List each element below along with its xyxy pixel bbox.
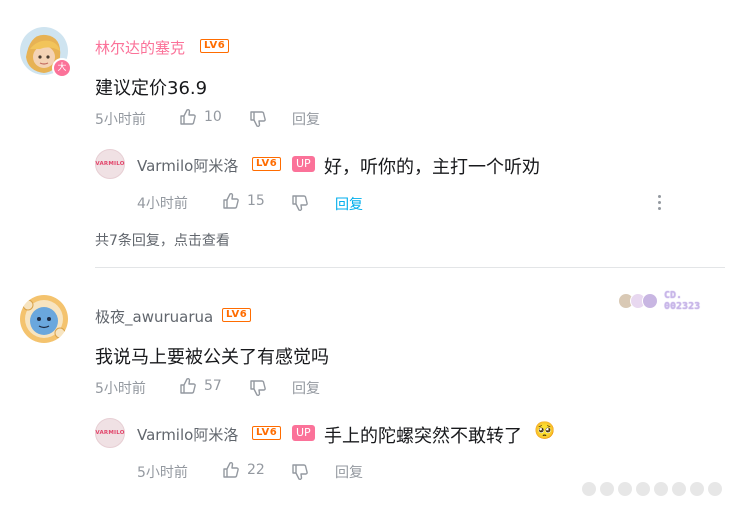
avatar[interactable] bbox=[20, 295, 68, 343]
view-more-replies[interactable]: 共7条回复，点击查看 bbox=[95, 230, 230, 250]
username[interactable]: Varmilo阿米洛 bbox=[137, 155, 238, 176]
reply-time: 5小时前 bbox=[137, 465, 188, 481]
like-icon[interactable] bbox=[221, 460, 241, 480]
username[interactable]: 林尔达的塞克 bbox=[95, 37, 185, 58]
fan-medal-text: CD. 002323 bbox=[664, 290, 701, 312]
watermark-blur bbox=[582, 482, 722, 496]
avatar[interactable]: VARMILO bbox=[95, 149, 125, 179]
user-badge-icon: 大 bbox=[52, 58, 72, 78]
avatar-brand-text: VARMILO bbox=[95, 161, 125, 167]
reply-time: 4小时前 bbox=[137, 196, 188, 212]
fan-medal-icon bbox=[618, 293, 658, 309]
comment-time: 5小时前 bbox=[95, 381, 146, 397]
like-count: 10 bbox=[204, 109, 222, 125]
avatar[interactable]: VARMILO bbox=[95, 418, 125, 448]
dislike-icon[interactable] bbox=[290, 462, 310, 482]
level-badge: LV6 bbox=[200, 39, 230, 53]
reply-button[interactable]: 回复 bbox=[335, 194, 363, 214]
like-count: 22 bbox=[247, 462, 265, 478]
reply-button[interactable]: 回复 bbox=[292, 109, 320, 129]
like-icon[interactable] bbox=[221, 191, 241, 211]
avatar-brand-text: VARMILO bbox=[95, 430, 125, 436]
dislike-icon[interactable] bbox=[290, 193, 310, 213]
level-badge: LV6 bbox=[252, 426, 282, 440]
reply-button[interactable]: 回复 bbox=[335, 462, 363, 482]
comment-text: 建议定价36.9 bbox=[95, 78, 208, 99]
dislike-icon[interactable] bbox=[248, 109, 268, 129]
fan-medal-badge: CD. 002323 bbox=[618, 290, 700, 312]
level-badge: LV6 bbox=[252, 157, 282, 171]
dislike-icon[interactable] bbox=[248, 378, 268, 398]
pleading-face-emoji-icon: 🥺 bbox=[534, 421, 556, 441]
more-options-icon[interactable] bbox=[657, 195, 661, 210]
comment-time: 5小时前 bbox=[95, 112, 146, 128]
avatar-image bbox=[20, 295, 68, 343]
up-tag: UP bbox=[292, 156, 315, 172]
username[interactable]: Varmilo阿米洛 bbox=[137, 424, 238, 445]
username[interactable]: 极夜_awuruarua bbox=[95, 306, 213, 327]
divider bbox=[95, 267, 725, 268]
like-count: 57 bbox=[204, 378, 222, 394]
up-tag: UP bbox=[292, 425, 315, 441]
comment-text: 我说马上要被公关了有感觉吗 bbox=[95, 347, 329, 368]
like-icon[interactable] bbox=[178, 376, 198, 396]
reply-text: 好，听你的，主打一个听劝 bbox=[324, 157, 540, 178]
like-icon[interactable] bbox=[178, 107, 198, 127]
reply-button[interactable]: 回复 bbox=[292, 378, 320, 398]
reply-text: 手上的陀螺突然不敢转了 bbox=[324, 426, 522, 447]
like-count: 15 bbox=[247, 193, 265, 209]
level-badge: LV6 bbox=[222, 308, 252, 322]
